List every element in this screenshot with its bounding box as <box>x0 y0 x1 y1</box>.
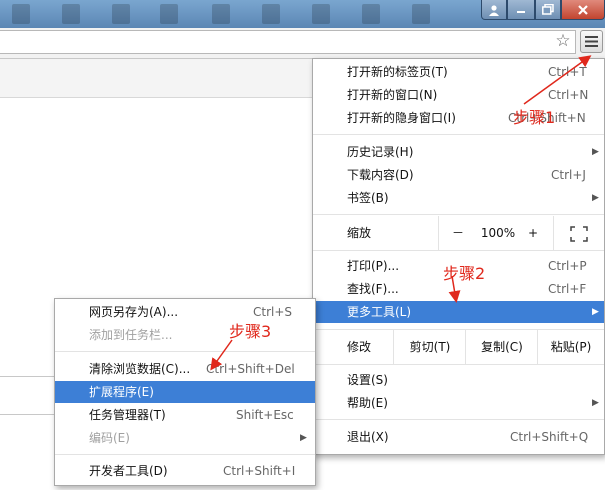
taskbar-thumb <box>12 4 30 24</box>
taskbar-thumb <box>262 4 280 24</box>
menu-item-label: 下载内容(D) <box>347 168 414 182</box>
zoom-in-button[interactable]: + <box>521 216 545 250</box>
menu-item-label: 编码(E) <box>89 431 130 445</box>
shortcut-label: Ctrl+J <box>551 168 586 182</box>
zoom-out-button[interactable]: － <box>438 216 477 250</box>
zoom-label: 缩放 <box>347 226 372 240</box>
minimize-button[interactable] <box>507 0 535 20</box>
shortcut-label: Ctrl+F <box>548 282 587 296</box>
star-icon[interactable]: ☆ <box>553 31 573 51</box>
step3-annotation: 步骤3 <box>229 322 272 341</box>
separator <box>313 214 604 215</box>
menu-item-label: 打开新的隐身窗口(I) <box>347 111 456 125</box>
hamburger-menu-icon <box>585 36 598 47</box>
menu-item-label: 打开新的窗口(N) <box>347 88 438 102</box>
taskbar-thumb <box>212 4 230 24</box>
menu-item-label: 添加到任务栏... <box>89 328 173 342</box>
title-bar <box>0 0 605 28</box>
shortcut-label: Ctrl+N <box>548 88 589 102</box>
window-controls <box>481 0 605 20</box>
taskbar-thumb <box>362 4 380 24</box>
taskbar-thumb <box>412 4 430 24</box>
cut-button[interactable]: 剪切(T) <box>393 330 466 364</box>
separator <box>55 351 315 352</box>
menu-item-label: 打开新的标签页(T) <box>347 65 448 79</box>
menu-item-incognito[interactable]: 打开新的隐身窗口(I) Ctrl+Shift+N <box>313 107 604 129</box>
taskbar-thumb <box>312 4 330 24</box>
menu-item-bookmarks[interactable]: 书签(B) ▶ <box>313 187 604 209</box>
divider <box>0 376 60 377</box>
paste-button[interactable]: 粘贴(P) <box>537 330 604 364</box>
shortcut-label: Shift+Esc <box>236 408 294 422</box>
menu-item-label: 帮助(E) <box>347 396 388 410</box>
step1-annotation: 步骤1 <box>513 108 556 127</box>
menu-item-new-tab[interactable]: 打开新的标签页(T) Ctrl+T <box>313 61 604 83</box>
edit-label: 修改 <box>347 340 372 354</box>
menu-item-label: 开发者工具(D) <box>89 464 168 478</box>
taskbar-thumb <box>160 4 178 24</box>
page-content-header <box>0 59 312 98</box>
separator <box>313 134 604 135</box>
edit-row: 修改 剪切(T) 复制(C) 粘贴(P) <box>313 330 604 364</box>
menu-item-task-manager[interactable]: 任务管理器(T) Shift+Esc <box>55 404 315 426</box>
menu-item-label: 设置(S) <box>347 373 388 387</box>
menu-item-help[interactable]: 帮助(E) ▶ <box>313 392 604 414</box>
step2-annotation: 步骤2 <box>443 264 486 283</box>
menu-item-downloads[interactable]: 下载内容(D) Ctrl+J <box>313 164 604 186</box>
restore-button[interactable] <box>535 0 561 20</box>
menu-item-label: 任务管理器(T) <box>89 408 166 422</box>
menu-item-label: 书签(B) <box>347 191 389 205</box>
menu-item-label: 历史记录(H) <box>347 145 414 159</box>
menu-item-more-tools[interactable]: 更多工具(L) ▶ <box>313 301 604 323</box>
menu-item-add-to-taskbar: 添加到任务栏... <box>55 324 315 346</box>
separator <box>313 364 604 365</box>
separator <box>313 250 604 251</box>
menu-item-extensions[interactable]: 扩展程序(E) <box>55 381 315 403</box>
menu-item-developer-tools[interactable]: 开发者工具(D) Ctrl+Shift+I <box>55 460 315 482</box>
menu-item-history[interactable]: 历史记录(H) ▶ <box>313 141 604 163</box>
taskbar-thumb <box>112 4 130 24</box>
menu-item-label: 网页另存为(A)... <box>89 305 179 319</box>
fullscreen-icon <box>570 225 588 242</box>
menu-item-label: 清除浏览数据(C)... <box>89 362 191 376</box>
fullscreen-button[interactable] <box>553 216 604 250</box>
submenu-arrow-icon: ▶ <box>592 307 599 317</box>
menu-item-clear-data[interactable]: 清除浏览数据(C)... Ctrl+Shift+Del <box>55 358 315 380</box>
shortcut-label: Ctrl+Shift+I <box>223 464 296 478</box>
menu-item-exit[interactable]: 退出(X) Ctrl+Shift+Q <box>313 426 604 448</box>
menu-item-label: 扩展程序(E) <box>89 385 154 399</box>
separator <box>55 454 315 455</box>
menu-item-label: 更多工具(L) <box>347 305 412 319</box>
submenu-arrow-icon: ▶ <box>592 193 599 203</box>
divider <box>0 414 60 415</box>
more-tools-submenu: 网页另存为(A)... Ctrl+S 添加到任务栏... 清除浏览数据(C)..… <box>54 298 316 486</box>
menu-item-encoding: 编码(E) ▶ <box>55 427 315 449</box>
taskbar-thumb <box>62 4 80 24</box>
zoom-row: 缩放 － 100% + <box>313 216 604 250</box>
menu-item-settings[interactable]: 设置(S) <box>313 369 604 391</box>
separator <box>313 419 604 420</box>
menu-item-save-page[interactable]: 网页另存为(A)... Ctrl+S <box>55 301 315 323</box>
submenu-arrow-icon: ▶ <box>592 147 599 157</box>
chrome-menu-button[interactable] <box>580 30 603 53</box>
close-button[interactable] <box>561 0 605 20</box>
shortcut-label: Ctrl+T <box>548 65 587 79</box>
menu-item-new-window[interactable]: 打开新的窗口(N) Ctrl+N <box>313 84 604 106</box>
menu-item-label: 打印(P)... <box>347 259 400 273</box>
chrome-main-menu: 打开新的标签页(T) Ctrl+T 打开新的窗口(N) Ctrl+N 打开新的隐… <box>312 58 605 455</box>
copy-button[interactable]: 复制(C) <box>465 330 538 364</box>
shortcut-label: Ctrl+Shift+Q <box>510 430 589 444</box>
menu-item-label: 查找(F)... <box>347 282 399 296</box>
submenu-arrow-icon: ▶ <box>592 398 599 408</box>
browser-toolbar: ☆ <box>0 28 605 59</box>
submenu-arrow-icon: ▶ <box>300 433 307 443</box>
shortcut-label: Ctrl+P <box>548 259 587 273</box>
shortcut-label: Ctrl+Shift+Del <box>206 362 295 376</box>
zoom-value: 100% <box>480 226 516 240</box>
menu-item-label: 退出(X) <box>347 430 389 444</box>
address-bar[interactable] <box>0 30 576 54</box>
user-icon[interactable] <box>481 0 507 20</box>
